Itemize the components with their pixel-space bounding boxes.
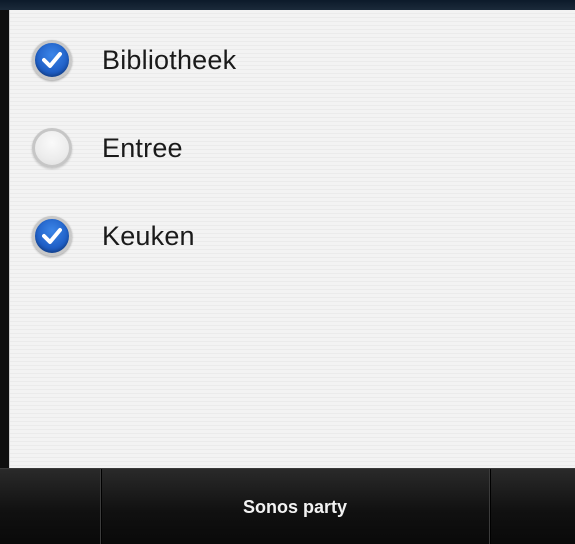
- checkmark-icon: [42, 228, 62, 244]
- room-row-bibliotheek[interactable]: Bibliotheek: [10, 15, 570, 105]
- room-label: Keuken: [102, 220, 195, 251]
- sonos-party-label: Sonos party: [242, 496, 348, 517]
- checked-checkbox-icon[interactable]: [32, 40, 72, 80]
- checked-checkbox-icon[interactable]: [32, 216, 72, 256]
- bottom-toolbar: Sonos party: [0, 468, 575, 544]
- checkmark-icon: [42, 52, 62, 68]
- room-list: Bibliotheek Entree Keuken: [9, 10, 575, 468]
- toolbar-left-button[interactable]: [0, 469, 100, 544]
- sonos-room-selection-screen: Bibliotheek Entree Keuken Sonos party: [0, 0, 575, 544]
- toolbar-right-button[interactable]: [490, 469, 575, 544]
- top-edge: [0, 0, 575, 10]
- room-label: Bibliotheek: [102, 44, 237, 75]
- room-row-entree[interactable]: Entree: [10, 103, 570, 193]
- sonos-party-button[interactable]: Sonos party: [101, 469, 489, 544]
- room-row-keuken[interactable]: Keuken: [10, 191, 570, 281]
- unchecked-checkbox-icon[interactable]: [32, 128, 72, 168]
- room-label: Entree: [102, 132, 183, 163]
